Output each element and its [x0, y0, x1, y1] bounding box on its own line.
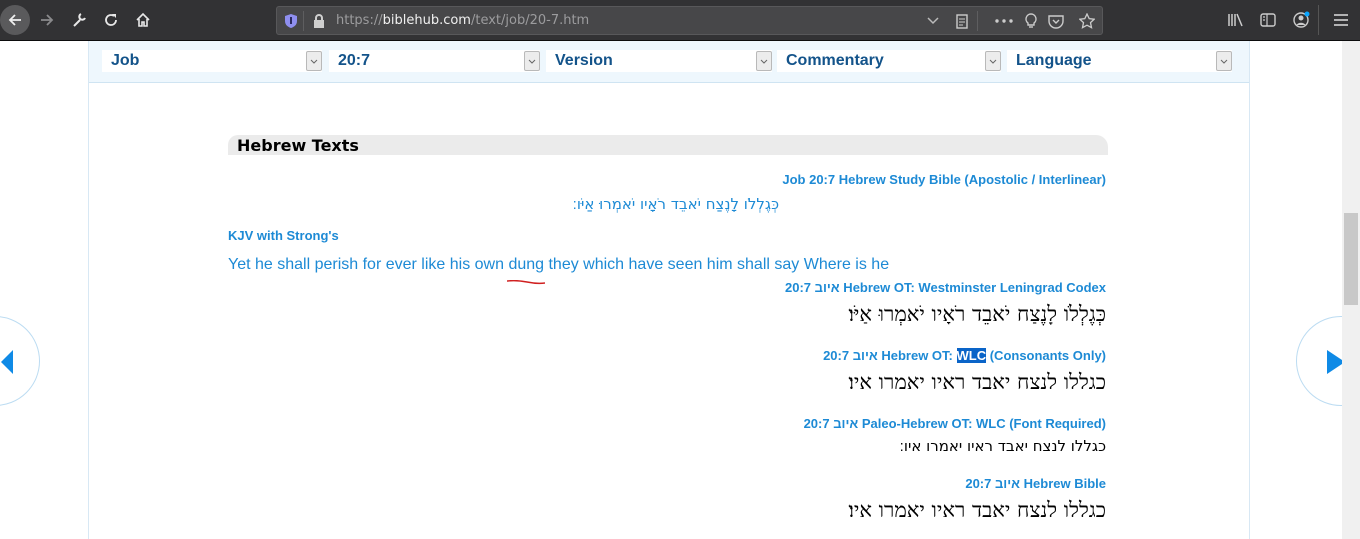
paleo-hebrew-text: כגללו לנצח יאבד ראיו יאמרו איו׃	[899, 437, 1106, 455]
verse-navbar: Job 20:7 Version Commentary Language	[89, 41, 1249, 83]
library-button[interactable]	[1226, 11, 1244, 29]
home-button[interactable]	[129, 6, 157, 34]
tools-button[interactable]	[65, 6, 93, 34]
book-select-value: Job	[111, 52, 140, 69]
shield-icon[interactable]	[283, 12, 299, 30]
lightbulb-button[interactable]	[1022, 12, 1040, 30]
book-select[interactable]: Job	[102, 50, 322, 72]
link-prefix: 20:7 איוב Hebrew OT:	[823, 348, 957, 363]
reload-icon	[105, 14, 117, 26]
sidebar-icon	[1260, 13, 1276, 27]
study-bible-text[interactable]: כְּגֶלְלֹו לָנֶצַח יֹאבֵד רֹאָיו יֹאמְרו…	[572, 195, 779, 213]
url-separator	[977, 11, 978, 31]
sidebar-button[interactable]	[1259, 11, 1277, 29]
page-actions-button[interactable]	[993, 13, 1015, 29]
back-button[interactable]	[0, 5, 30, 35]
chevron-down-icon	[927, 17, 939, 25]
pocket-button[interactable]	[1047, 12, 1065, 30]
chapter-verse-value: 20:7	[338, 52, 371, 69]
hebrew-bible-text: כגללו לנצח יאבד ראיו יאמרו איו׃	[848, 498, 1106, 522]
menu-icon	[1334, 14, 1348, 26]
chapter-verse-select[interactable]: 20:7	[329, 50, 540, 72]
section-title: Hebrew Texts	[237, 136, 359, 155]
url-dropdown-button[interactable]	[925, 13, 941, 29]
wlc-consonants-text: כגללו לנצח יאבד ראיו יאמרו איו׃	[848, 370, 1106, 394]
content-container: Job 20:7 Version Commentary Language Heb…	[88, 41, 1250, 539]
reader-view-icon	[956, 13, 968, 29]
forward-icon	[41, 14, 54, 26]
language-select[interactable]: Language	[1007, 50, 1232, 72]
url-separator	[303, 11, 304, 31]
url-host: biblehub.com	[382, 13, 471, 28]
study-bible-link[interactable]: Job 20:7 Hebrew Study Bible (Apostolic /…	[782, 172, 1106, 187]
page: Job 20:7 Version Commentary Language Heb…	[0, 41, 1360, 539]
wlc-text: כְּגֶלְלֹו לָנֶצַח יֹאבֵד רֹאָיו יֹאמְרו…	[848, 302, 1106, 326]
reload-button[interactable]	[97, 6, 125, 34]
kjv-verse-text[interactable]: Yet he shall perish for ever like his ow…	[228, 256, 889, 274]
menu-button[interactable]	[1332, 11, 1350, 29]
account-icon	[1293, 11, 1310, 28]
page-scrollbar[interactable]	[1342, 41, 1360, 539]
commentary-select-value: Commentary	[786, 52, 884, 69]
triangle-left-icon	[1, 350, 13, 374]
star-icon	[1079, 13, 1095, 29]
selected-text: WLC	[956, 348, 987, 363]
version-select[interactable]: Version	[546, 50, 772, 72]
kjv-strongs-link[interactable]: KJV with Strong's	[228, 228, 339, 243]
scrollbar-thumb[interactable]	[1344, 213, 1358, 305]
wlc-link[interactable]: 20:7 איוב Hebrew OT: Westminster Leningr…	[785, 280, 1106, 295]
section-header: Hebrew Texts	[228, 135, 1108, 155]
paleo-hebrew-link[interactable]: 20:7 איוב Paleo-Hebrew OT: WLC (Font Req…	[804, 416, 1106, 431]
wlc-consonants-link[interactable]: 20:7 איוב Hebrew OT: WLC (Consonants Onl…	[823, 348, 1106, 363]
chevron-down-icon	[306, 51, 322, 71]
url-text[interactable]: https://biblehub.com/text/job/20-7.htm	[336, 13, 589, 28]
home-icon	[136, 12, 150, 27]
url-bar[interactable]: https://biblehub.com/text/job/20-7.htm	[276, 6, 1103, 35]
lock-icon[interactable]	[312, 13, 326, 29]
url-scheme: https://	[336, 13, 383, 28]
spellcheck-underline	[507, 280, 545, 285]
toolbar-divider	[1318, 5, 1319, 35]
browser-toolbar: https://biblehub.com/text/job/20-7.htm	[0, 0, 1360, 41]
version-select-value: Version	[555, 52, 613, 69]
chevron-down-icon	[985, 51, 1001, 71]
reader-view-button[interactable]	[954, 12, 970, 30]
account-button[interactable]	[1291, 10, 1311, 30]
chevron-down-icon	[524, 51, 540, 71]
commentary-select[interactable]: Commentary	[777, 50, 1001, 72]
more-icon	[995, 19, 1013, 23]
chevron-down-icon	[1216, 51, 1232, 71]
pocket-icon	[1048, 14, 1064, 29]
url-path: /text/job/20-7.htm	[470, 13, 590, 28]
bookmark-button[interactable]	[1078, 12, 1096, 30]
previous-verse-button[interactable]	[0, 316, 40, 406]
wrench-icon	[73, 13, 86, 27]
forward-button[interactable]	[33, 6, 61, 34]
lightbulb-icon	[1025, 13, 1037, 28]
library-icon	[1228, 13, 1243, 27]
chevron-down-icon	[756, 51, 772, 71]
hebrew-bible-link[interactable]: 20:7 איוב Hebrew Bible	[965, 476, 1106, 491]
back-icon	[8, 14, 21, 26]
link-suffix: (Consonants Only)	[986, 348, 1106, 363]
language-select-value: Language	[1016, 52, 1092, 69]
